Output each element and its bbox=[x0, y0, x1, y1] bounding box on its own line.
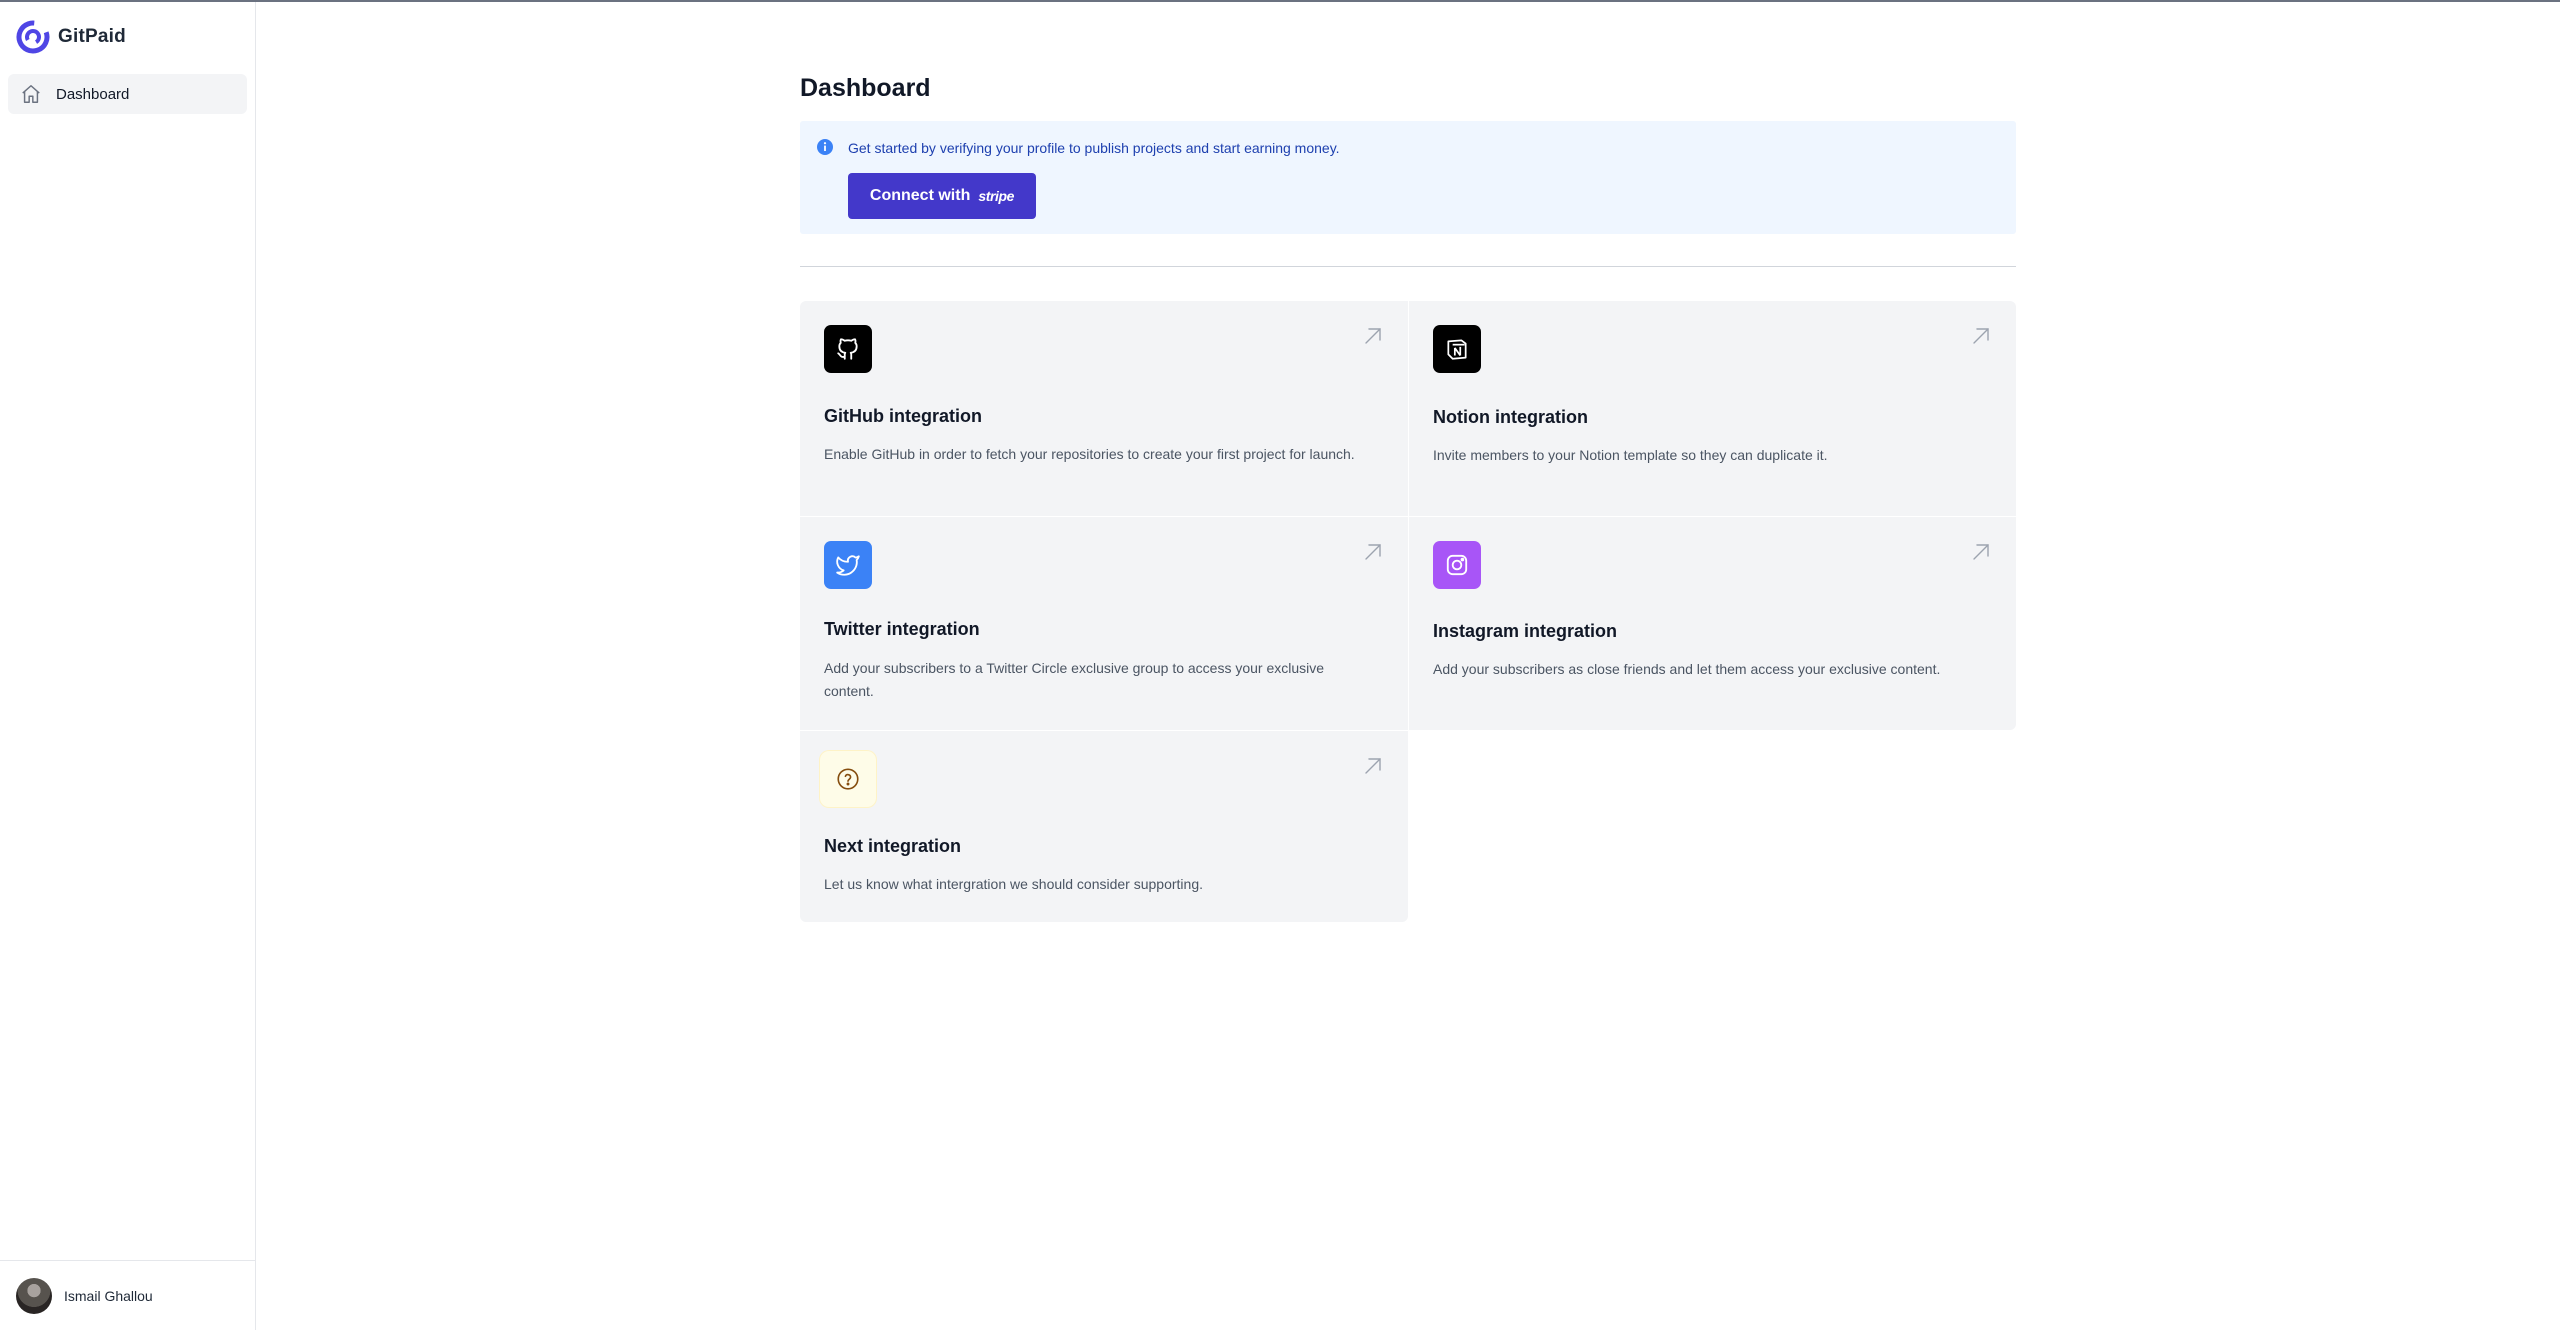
sidebar-item-dashboard[interactable]: Dashboard bbox=[8, 74, 247, 114]
window-top-border bbox=[0, 0, 2560, 2]
next-integration-card[interactable]: Next integration Let us know what interg… bbox=[800, 731, 1408, 922]
question-icon bbox=[837, 768, 859, 790]
card-title: Instagram integration bbox=[1433, 621, 1618, 641]
card-title: Twitter integration bbox=[824, 619, 980, 639]
brand-name: GitPaid bbox=[58, 26, 126, 47]
twitter-integration-card[interactable]: Twitter integration Add your subscribers… bbox=[800, 517, 1408, 730]
card-description: Let us know what intergration we should … bbox=[824, 876, 1203, 892]
page-title: Dashboard bbox=[800, 74, 931, 102]
github-icon bbox=[837, 338, 858, 360]
connect-stripe-button[interactable]: Connect with stripe bbox=[848, 173, 1036, 219]
notion-icon-box bbox=[1433, 325, 1481, 373]
card-title: Next integration bbox=[824, 836, 962, 856]
github-icon-box bbox=[824, 325, 872, 373]
card-title: GitHub integration bbox=[824, 406, 982, 426]
section-divider bbox=[800, 266, 2016, 267]
home-icon bbox=[22, 85, 40, 103]
avatar bbox=[16, 1277, 52, 1314]
verify-alert: Get started by verifying your profile to… bbox=[800, 121, 2016, 234]
notion-icon bbox=[1447, 339, 1467, 360]
arrow-up-right-icon bbox=[1365, 758, 1381, 774]
sidebar-item-label: Dashboard bbox=[56, 85, 130, 103]
card-description: Invite members to your Notion template s… bbox=[1433, 447, 1828, 463]
instagram-icon bbox=[1446, 554, 1468, 576]
user-profile[interactable]: Ismail Ghallou bbox=[0, 1260, 255, 1330]
instagram-icon-box bbox=[1433, 541, 1481, 589]
card-description: Add your subscribers as close friends an… bbox=[1433, 661, 1941, 677]
arrow-up-right-icon bbox=[1973, 328, 1989, 344]
arrow-up-right-icon bbox=[1365, 328, 1381, 344]
sidebar: GitPaid Dashboard Ismail Ghallou bbox=[0, 2, 256, 1330]
card-description: Enable GitHub in order to fetch your rep… bbox=[824, 446, 1355, 462]
github-integration-card[interactable]: GitHub integration Enable GitHub in orde… bbox=[800, 301, 1408, 516]
info-icon bbox=[817, 139, 833, 155]
question-icon-box bbox=[820, 751, 876, 807]
twitter-icon bbox=[836, 555, 860, 576]
arrow-up-right-icon bbox=[1365, 544, 1381, 560]
connect-label: Connect with bbox=[869, 187, 971, 204]
card-title: Notion integration bbox=[1433, 407, 1588, 427]
stripe-logo: stripe bbox=[978, 188, 1015, 204]
arrow-up-right-icon bbox=[1973, 544, 1989, 560]
gitpaid-logo-icon bbox=[16, 20, 50, 54]
card-description: Add your subscribers to a Twitter Circle… bbox=[824, 660, 1325, 699]
user-name: Ismail Ghallou bbox=[64, 1287, 153, 1304]
twitter-icon-box bbox=[824, 541, 872, 589]
instagram-integration-card[interactable]: Instagram integration Add your subscribe… bbox=[1409, 517, 2016, 730]
alert-text: Get started by verifying your profile to… bbox=[848, 140, 1340, 156]
notion-integration-card[interactable]: Notion integration Invite members to you… bbox=[1409, 301, 2016, 516]
brand[interactable]: GitPaid bbox=[16, 20, 126, 54]
